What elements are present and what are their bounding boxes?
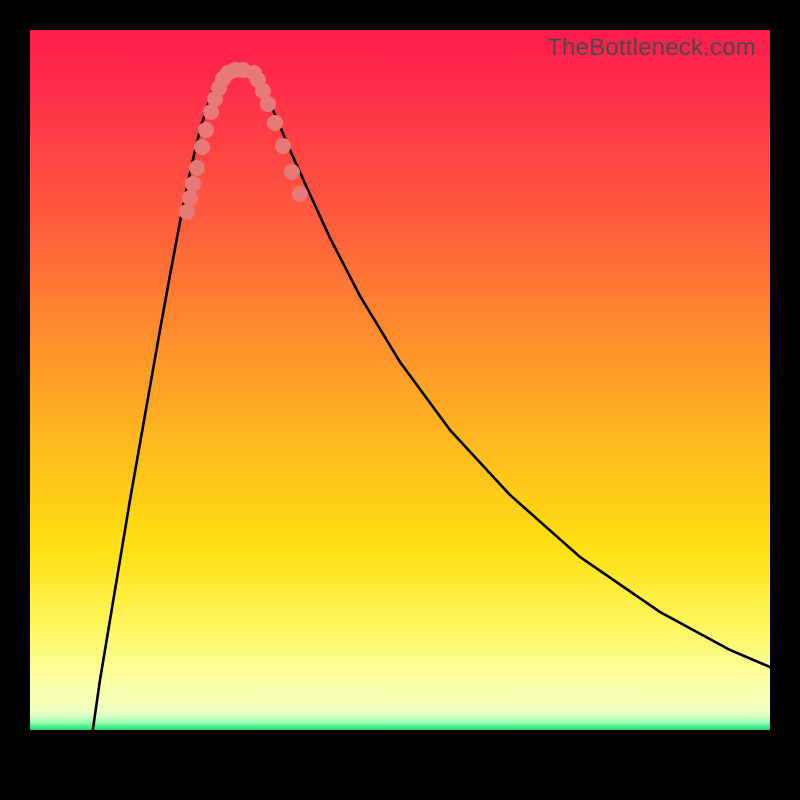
scatter-dot [195, 140, 210, 155]
scatter-dot [276, 139, 291, 154]
left-curve [87, 70, 230, 770]
scatter-dot [190, 161, 205, 176]
scatter-dot [180, 205, 195, 220]
plot-area: TheBottleneck.com [30, 30, 770, 770]
scatter-dot [199, 123, 214, 138]
scatter-dots [180, 63, 308, 220]
curve-layer [30, 30, 770, 770]
scatter-dot [186, 177, 201, 192]
scatter-dot [183, 191, 198, 206]
scatter-dot [268, 116, 283, 131]
scatter-dot [285, 165, 300, 180]
scatter-dot [293, 187, 308, 202]
right-curve [252, 70, 770, 667]
outer-frame: TheBottleneck.com [0, 0, 800, 800]
scatter-dot [261, 97, 276, 112]
